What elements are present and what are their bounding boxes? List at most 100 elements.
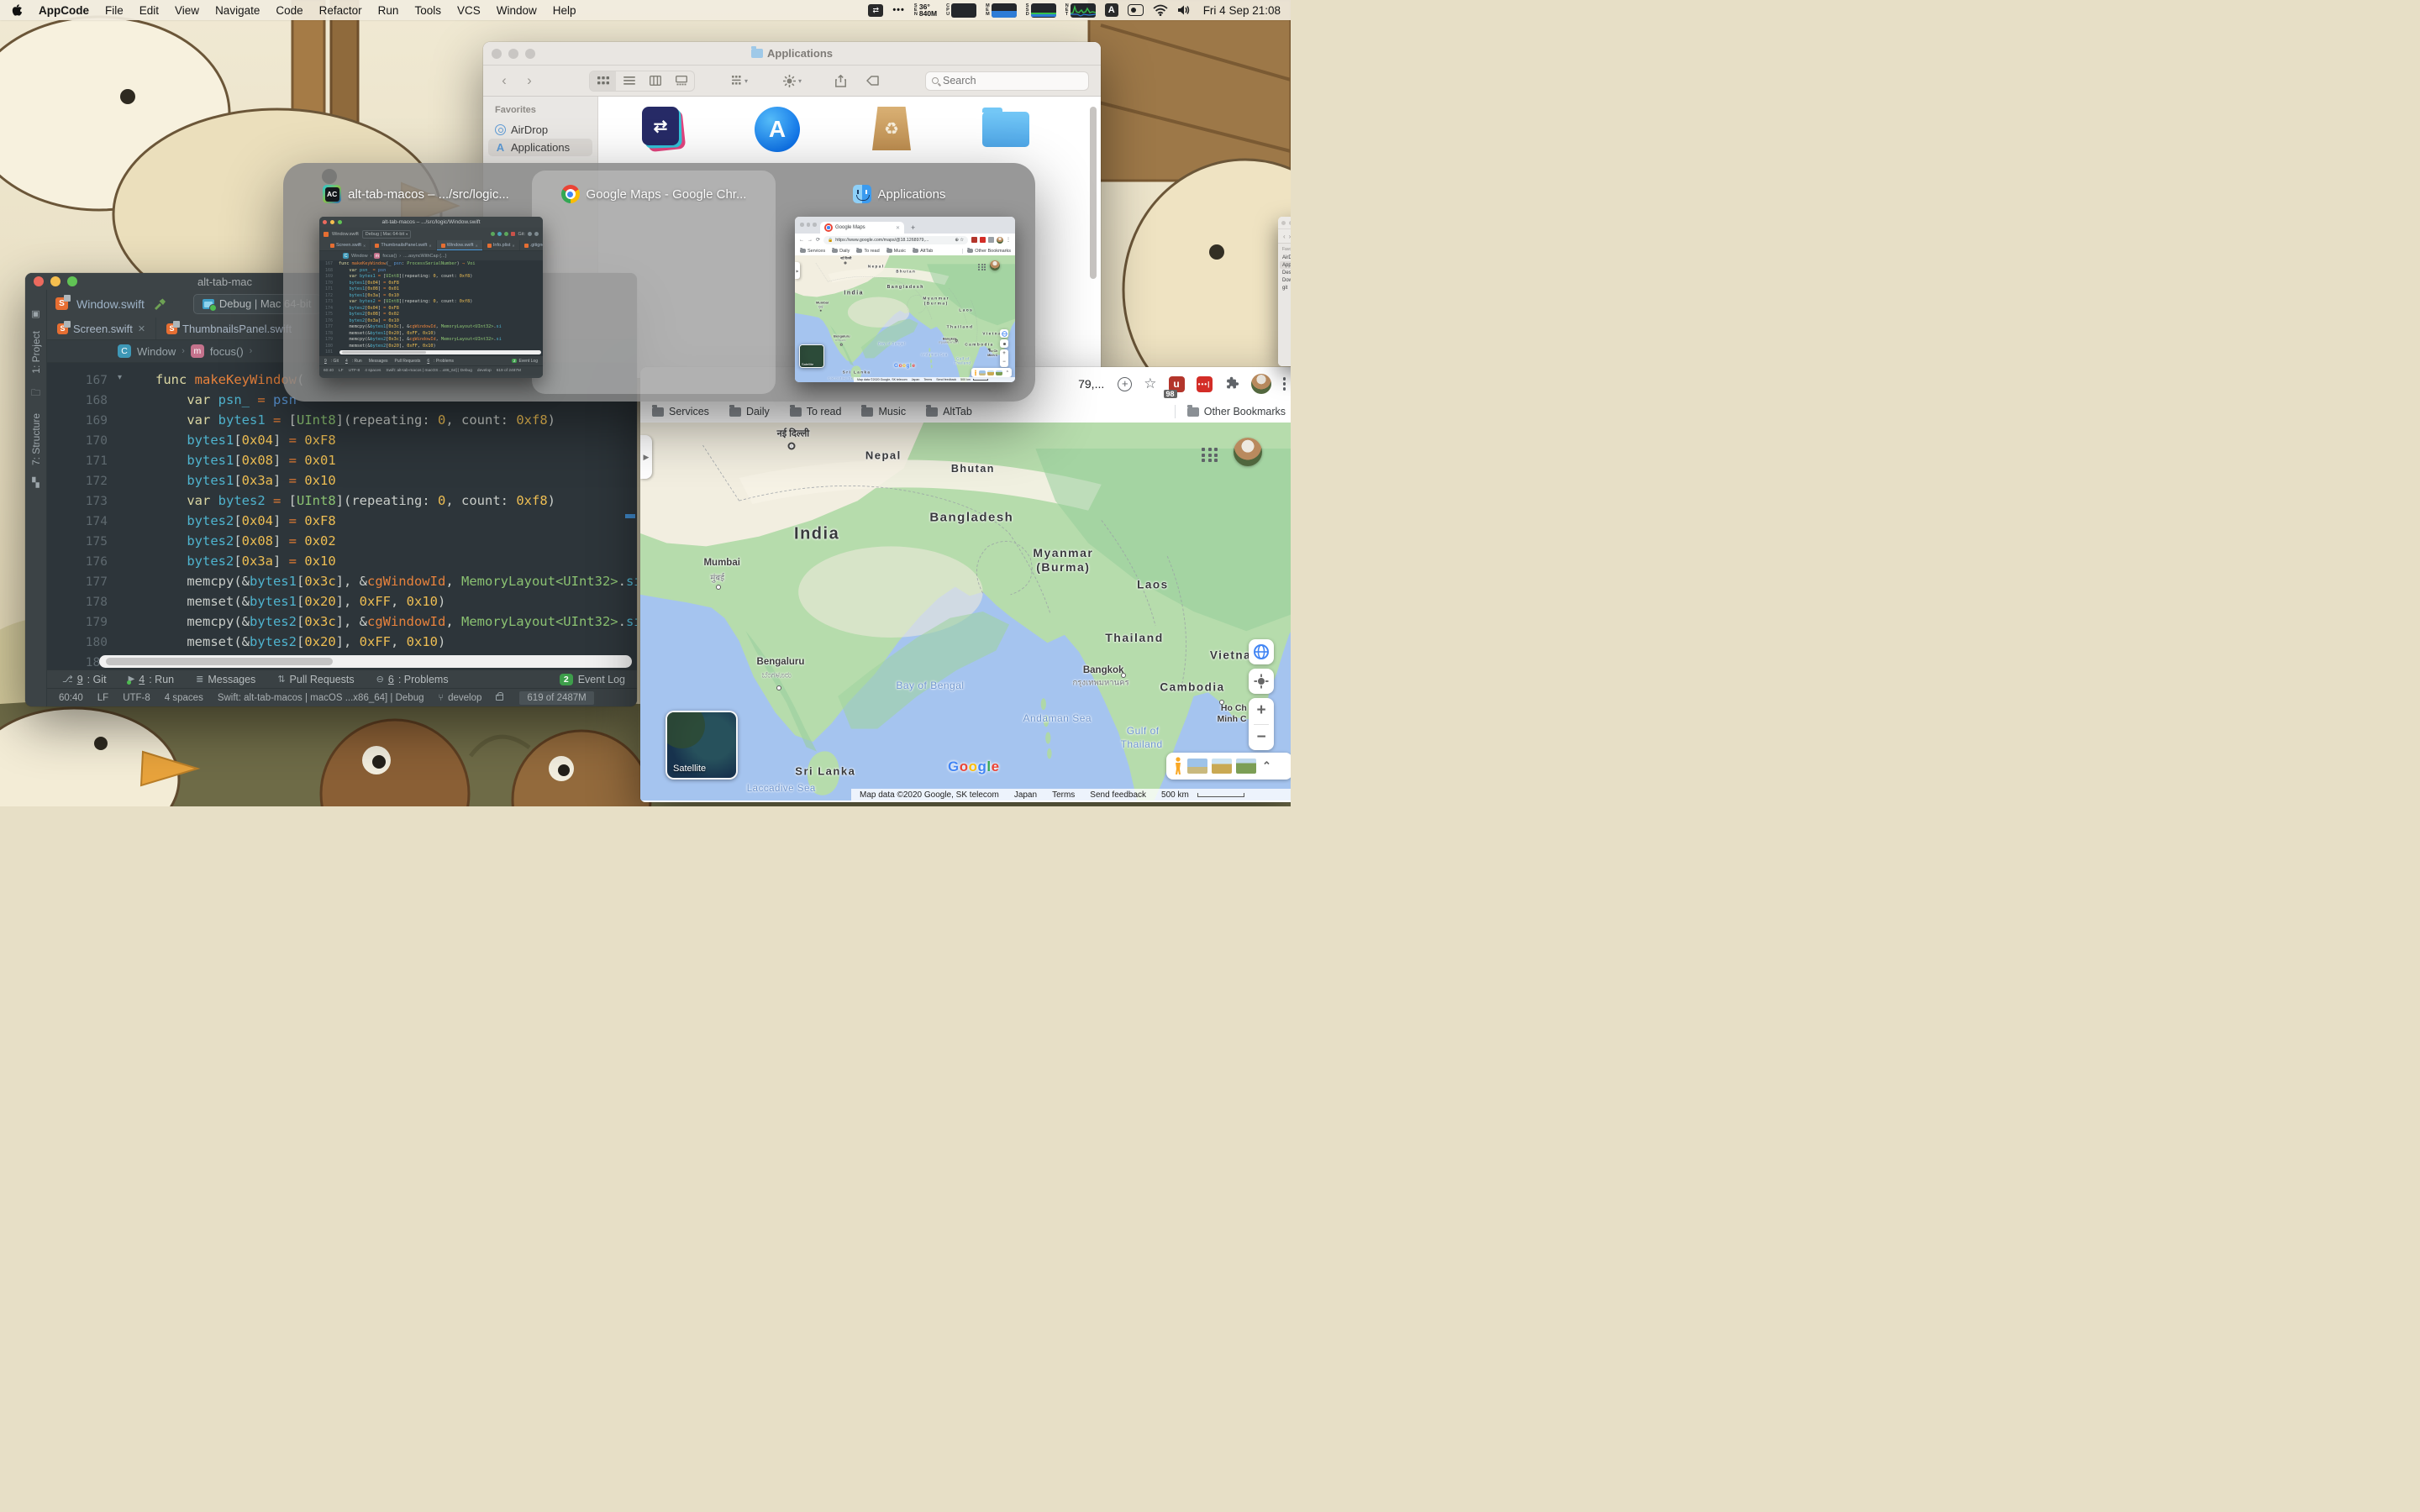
chrome-window[interactable]: 79,... + ☆ u 98 •••| Services Daily To rea…	[640, 367, 1291, 802]
satellite-layer-toggle[interactable]: Satellite	[666, 711, 738, 780]
chrome-menu-icon[interactable]	[1282, 377, 1286, 391]
mini-tab-Screen.swift[interactable]: Screen.swift ✕	[326, 240, 371, 250]
menu-navigate[interactable]: Navigate	[215, 4, 260, 17]
caret-position[interactable]: 60:40	[59, 693, 83, 703]
build-hammer-icon[interactable]	[153, 297, 166, 311]
tool-button-pull-requests[interactable]: Pull Requests	[394, 359, 420, 364]
tool-button-git[interactable]: ⎇ 9: Git	[62, 674, 107, 685]
menu-refactor[interactable]: Refactor	[319, 4, 362, 17]
menu-vcs[interactable]: VCS	[457, 4, 481, 17]
input-source-icon[interactable]: A	[1104, 3, 1118, 17]
gallery-view-button[interactable]	[668, 71, 694, 91]
app-icon-appstore[interactable]: A	[751, 107, 803, 152]
extensions-puzzle-icon[interactable]	[1224, 376, 1239, 391]
link-japan[interactable]: Japan	[1014, 790, 1037, 800]
close-button[interactable]	[34, 276, 44, 286]
plus-circle-icon[interactable]: +	[1118, 376, 1133, 391]
tool-button-structure[interactable]: 7: Structure	[30, 413, 42, 465]
lock-icon[interactable]	[496, 692, 504, 701]
tool-button-git[interactable]: 9: Git	[324, 359, 339, 364]
tool-button-run[interactable]: ▶ 4: Run	[126, 674, 174, 685]
search-input[interactable]	[943, 75, 1069, 87]
code-editor[interactable]: 167func makeKeyWindow(168 var psn_ = psn…	[47, 363, 637, 669]
istat-cpu[interactable]: CPU	[946, 3, 977, 18]
google-apps-grid-icon[interactable]	[1202, 448, 1218, 462]
mini-sidebar-git[interactable]: git	[1280, 284, 1291, 291]
breadcrumb-class[interactable]: Window	[137, 345, 176, 358]
other-bookmarks[interactable]: Other Bookmarks	[1174, 405, 1286, 418]
switcher-item-chrome-selected[interactable]: Google Maps - Google Chr... Google Maps ✕…	[534, 163, 1015, 402]
sidebar-item-applications[interactable]: A Applications	[488, 139, 592, 156]
menu-code[interactable]: Code	[276, 4, 302, 17]
scrollbar[interactable]	[1090, 107, 1097, 279]
list-view-button[interactable]	[616, 71, 642, 91]
group-button[interactable]: ▾	[723, 71, 755, 91]
finder-thumbnail[interactable]: Applications ‹› ▦≡▥▭ ▦▾✱▾⇧⊘ Search Favor…	[1278, 217, 1291, 366]
app-icon-alttab[interactable]: ⇄	[637, 107, 689, 153]
line-separator[interactable]: LF	[97, 693, 108, 703]
app-icon-appcleaner[interactable]: ♻	[865, 107, 918, 152]
istat-mem[interactable]: MEM	[986, 3, 1017, 18]
istat-sensor[interactable]: SEN 36° 840M	[914, 3, 937, 18]
bookmark-alttab[interactable]: AltTab	[926, 405, 972, 417]
menu-help[interactable]: Help	[553, 4, 576, 17]
mini-sidebar-airdrop[interactable]: AirDrop	[1280, 254, 1291, 261]
wifi-icon[interactable]	[1153, 4, 1168, 16]
imagery-thumbnail[interactable]	[1236, 759, 1256, 774]
menu-window[interactable]: Window	[497, 4, 537, 17]
lastpass-extension-icon[interactable]: •••|	[1196, 375, 1213, 392]
menu-clock[interactable]: Fri 4 Sep 21:08	[1203, 4, 1281, 17]
finder-search-field[interactable]	[925, 71, 1089, 91]
tag-button[interactable]	[860, 71, 886, 91]
tool-button-problems[interactable]: ⊖ 6: Problems	[376, 674, 449, 685]
tool-button-messages[interactable]: Messages	[369, 359, 388, 364]
event-log-button[interactable]: 2 Event Log	[559, 673, 625, 685]
indent-style[interactable]: 4 spaces	[165, 693, 203, 703]
tab-thumbnailspanel-swift[interactable]: S ThumbnailsPanel.swift	[156, 318, 303, 339]
switcher-item-finder[interactable]: Applications Applications ‹› ▦≡▥▭ ▦▾✱▾⇧⊘…	[777, 163, 1291, 402]
zoom-button[interactable]	[67, 276, 77, 286]
collapse-imagery-icon[interactable]: ⌃	[1262, 759, 1271, 773]
mini-tab-Info.plist[interactable]: Info.plist ✕	[483, 240, 520, 250]
menu-file[interactable]: File	[105, 4, 124, 17]
google-map[interactable]: नई दिल्ली Nepal Bhutan Bangladesh India Mumba…	[640, 423, 1291, 801]
bookmark-services[interactable]: Services	[652, 405, 709, 417]
zoom-in-button[interactable]: +	[1249, 698, 1274, 724]
ublock-extension-icon[interactable]: u 98	[1163, 375, 1185, 398]
tool-button-messages[interactable]: ≣ Messages	[196, 674, 255, 685]
camera-status-icon[interactable]	[1127, 4, 1144, 16]
menu-tools[interactable]: Tools	[414, 4, 441, 17]
google-account-avatar[interactable]	[1234, 438, 1262, 466]
action-gear-button[interactable]: ▾	[776, 71, 808, 91]
address-bar-url-fragment[interactable]: 79,...	[1078, 377, 1104, 391]
menu-run[interactable]: Run	[378, 4, 399, 17]
current-file-chip[interactable]: Window.swift	[76, 297, 145, 311]
appcode-thumbnail[interactable]: alt-tab-macos – .../src/logic/Window.swi…	[319, 217, 543, 378]
tool-button-problems[interactable]: 6: Problems	[427, 359, 454, 364]
mini-sidebar-applications[interactable]: Applications	[1280, 261, 1291, 269]
mini-sidebar-downloads[interactable]: Downloads	[1280, 276, 1291, 284]
forward-button[interactable]: ›	[520, 72, 539, 89]
volume-icon[interactable]	[1177, 4, 1191, 16]
back-button[interactable]: ‹	[495, 72, 513, 89]
mini-tab-Window.swift[interactable]: Window.swift ✕	[436, 240, 483, 250]
bookmark-star-icon[interactable]: ☆	[1144, 375, 1156, 392]
switcher-item-appcode[interactable]: AC alt-tab-macos – .../src/logic... alt-…	[298, 163, 543, 402]
apple-menu-icon[interactable]	[10, 3, 23, 18]
istat-ssd[interactable]: SSD	[1026, 3, 1056, 18]
icon-view-button[interactable]	[590, 71, 616, 91]
bookmark-daily[interactable]: Daily	[729, 405, 770, 417]
column-view-button[interactable]	[642, 71, 668, 91]
side-panel-toggle[interactable]: ▶	[640, 435, 652, 479]
istat-net[interactable]: NET	[1065, 3, 1096, 18]
breadcrumb-method[interactable]: focus()	[210, 345, 244, 358]
tool-button-pull-requests[interactable]: ⇅ Pull Requests	[277, 674, 354, 685]
pegman-icon[interactable]	[1173, 757, 1183, 775]
menu-app-name[interactable]: AppCode	[39, 4, 89, 17]
bartender-icon[interactable]: •••	[892, 5, 905, 15]
my-location-button[interactable]	[1249, 669, 1274, 694]
bookmark-to-read[interactable]: To read	[789, 405, 841, 417]
bookmark-music[interactable]: Music	[861, 405, 906, 417]
memory-indicator[interactable]: 619 of 2487M	[519, 690, 594, 705]
tool-button-project[interactable]: 1: Project	[30, 331, 42, 374]
